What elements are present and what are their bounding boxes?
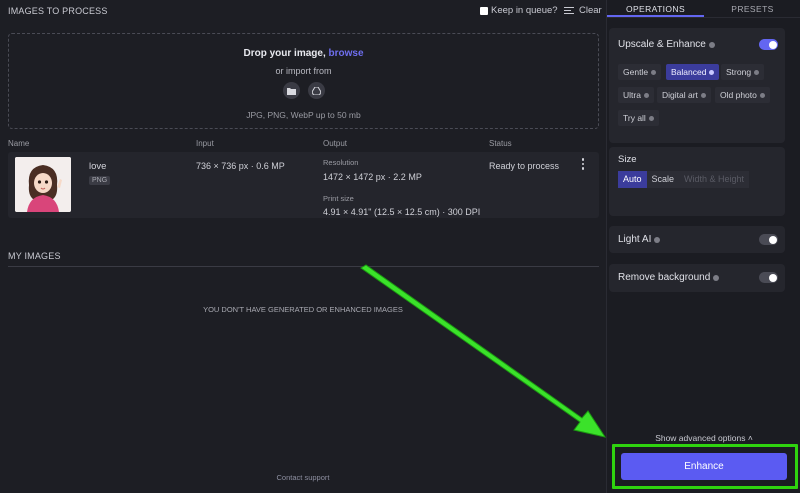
dropzone[interactable]: Drop your image, browse or import from J… bbox=[8, 33, 599, 129]
light-ai-title-text: Light AI bbox=[618, 234, 652, 245]
tab-presets[interactable]: PRESETS bbox=[704, 0, 800, 17]
status-text: Ready to process bbox=[489, 161, 560, 171]
info-icon[interactable] bbox=[708, 41, 715, 48]
print-size-value: 4.91 × 4.91" (12.5 × 12.5 cm) · 300 DPI bbox=[323, 207, 481, 217]
enhance-button[interactable]: Enhance bbox=[621, 453, 787, 480]
folder-icon[interactable] bbox=[283, 82, 300, 99]
my-images-title: MY IMAGES bbox=[8, 251, 61, 261]
images-to-process-title: IMAGES TO PROCESS bbox=[8, 6, 108, 16]
info-icon bbox=[648, 115, 654, 121]
dropzone-title: Drop your image, browse bbox=[9, 48, 598, 59]
light-ai-title: Light AI bbox=[618, 234, 661, 245]
contact-support-link[interactable]: Contact support bbox=[0, 473, 606, 482]
info-icon bbox=[643, 92, 649, 98]
chip-label: Old photo bbox=[720, 90, 757, 100]
chip-try-all[interactable]: Try all bbox=[618, 110, 659, 126]
keep-in-queue-checkbox[interactable]: Keep in queue? bbox=[480, 5, 558, 16]
chip-digital-art[interactable]: Digital art bbox=[657, 87, 711, 103]
chip-label: Balanced bbox=[671, 67, 707, 77]
chevron-up-icon: ˄ bbox=[747, 433, 753, 443]
resolution-value: 1472 × 1472 px · 2.2 MP bbox=[323, 172, 422, 182]
info-icon bbox=[759, 92, 765, 98]
image-thumbnail bbox=[15, 157, 71, 212]
chip-strong[interactable]: Strong bbox=[721, 64, 765, 80]
advanced-label: Show advanced options bbox=[655, 433, 746, 443]
upscale-card: Upscale & Enhance Gentle Balanced Strong… bbox=[609, 28, 785, 143]
chip-label: Ultra bbox=[623, 90, 641, 100]
light-ai-card: Light AI bbox=[609, 226, 785, 253]
upscale-toggle[interactable] bbox=[759, 39, 778, 50]
info-icon[interactable] bbox=[654, 236, 661, 243]
chip-balanced[interactable]: Balanced bbox=[666, 64, 720, 80]
size-title: Size bbox=[618, 154, 637, 165]
import-from-label: or import from bbox=[275, 66, 332, 76]
file-type-badge: PNG bbox=[89, 176, 111, 185]
chip-gentle[interactable]: Gentle bbox=[618, 64, 662, 80]
chip-label: Gentle bbox=[623, 67, 649, 77]
remove-background-toggle[interactable] bbox=[759, 272, 778, 283]
column-header-name: Name bbox=[8, 139, 30, 148]
info-icon bbox=[651, 69, 657, 75]
size-option-auto[interactable]: Auto bbox=[618, 171, 647, 188]
light-ai-toggle[interactable] bbox=[759, 234, 778, 245]
browse-link[interactable]: browse bbox=[329, 48, 364, 59]
keep-in-queue-label: Keep in queue? bbox=[491, 5, 558, 16]
chip-old-photo[interactable]: Old photo bbox=[715, 87, 770, 103]
print-size-label: Print size bbox=[323, 194, 354, 203]
clear-button[interactable]: Clear bbox=[564, 5, 602, 16]
info-icon bbox=[709, 69, 715, 75]
remove-background-title: Remove background bbox=[618, 272, 720, 283]
images-panel: IMAGES TO PROCESS Keep in queue? Clear D… bbox=[0, 0, 606, 493]
remove-background-card: Remove background bbox=[609, 264, 785, 292]
file-type-hint: JPG, PNG, WebP up to 50 mb bbox=[246, 110, 361, 120]
chip-label: Strong bbox=[726, 67, 752, 77]
remove-background-title-text: Remove background bbox=[618, 272, 711, 283]
file-name: love bbox=[89, 161, 107, 172]
column-header-output: Output bbox=[323, 139, 348, 148]
clear-icon bbox=[564, 7, 574, 14]
size-option-width-height[interactable]: Width & Height bbox=[679, 171, 750, 188]
chip-label: Digital art bbox=[662, 90, 698, 100]
chip-label: Try all bbox=[623, 113, 646, 123]
column-header-input: Input bbox=[196, 139, 214, 148]
annotation-highlight-box: Enhance bbox=[612, 444, 798, 489]
dropzone-title-text: Drop your image, bbox=[243, 48, 329, 59]
upscale-title: Upscale & Enhance bbox=[618, 39, 715, 50]
operations-panel: OPERATIONS PRESETS Upscale & Enhance Gen… bbox=[606, 0, 800, 493]
clear-label: Clear bbox=[579, 5, 602, 16]
google-drive-icon[interactable] bbox=[308, 82, 325, 99]
size-option-scale[interactable]: Scale bbox=[646, 171, 680, 188]
column-header-status: Status bbox=[489, 139, 512, 148]
show-advanced-options-button[interactable]: Show advanced options ˄ bbox=[607, 433, 800, 443]
more-options-icon[interactable] bbox=[580, 158, 586, 170]
resolution-label: Resolution bbox=[323, 158, 359, 167]
tab-operations[interactable]: OPERATIONS bbox=[607, 0, 704, 17]
info-icon bbox=[700, 92, 706, 98]
table-row: love PNG 736 × 736 px · 0.6 MP Resolutio… bbox=[8, 152, 599, 218]
empty-state-text: YOU DON'T HAVE GENERATED OR ENHANCED IMA… bbox=[203, 305, 403, 314]
checkbox-box[interactable] bbox=[480, 6, 488, 15]
info-icon bbox=[754, 69, 760, 75]
chip-ultra[interactable]: Ultra bbox=[618, 87, 654, 103]
upscale-title-text: Upscale & Enhance bbox=[618, 39, 706, 50]
input-size: 736 × 736 px · 0.6 MP bbox=[196, 161, 285, 171]
size-segmented-control: Auto Scale Width & Height bbox=[618, 171, 750, 188]
divider bbox=[8, 266, 599, 267]
size-card: Size Auto Scale Width & Height bbox=[609, 147, 785, 216]
info-icon[interactable] bbox=[713, 274, 720, 281]
